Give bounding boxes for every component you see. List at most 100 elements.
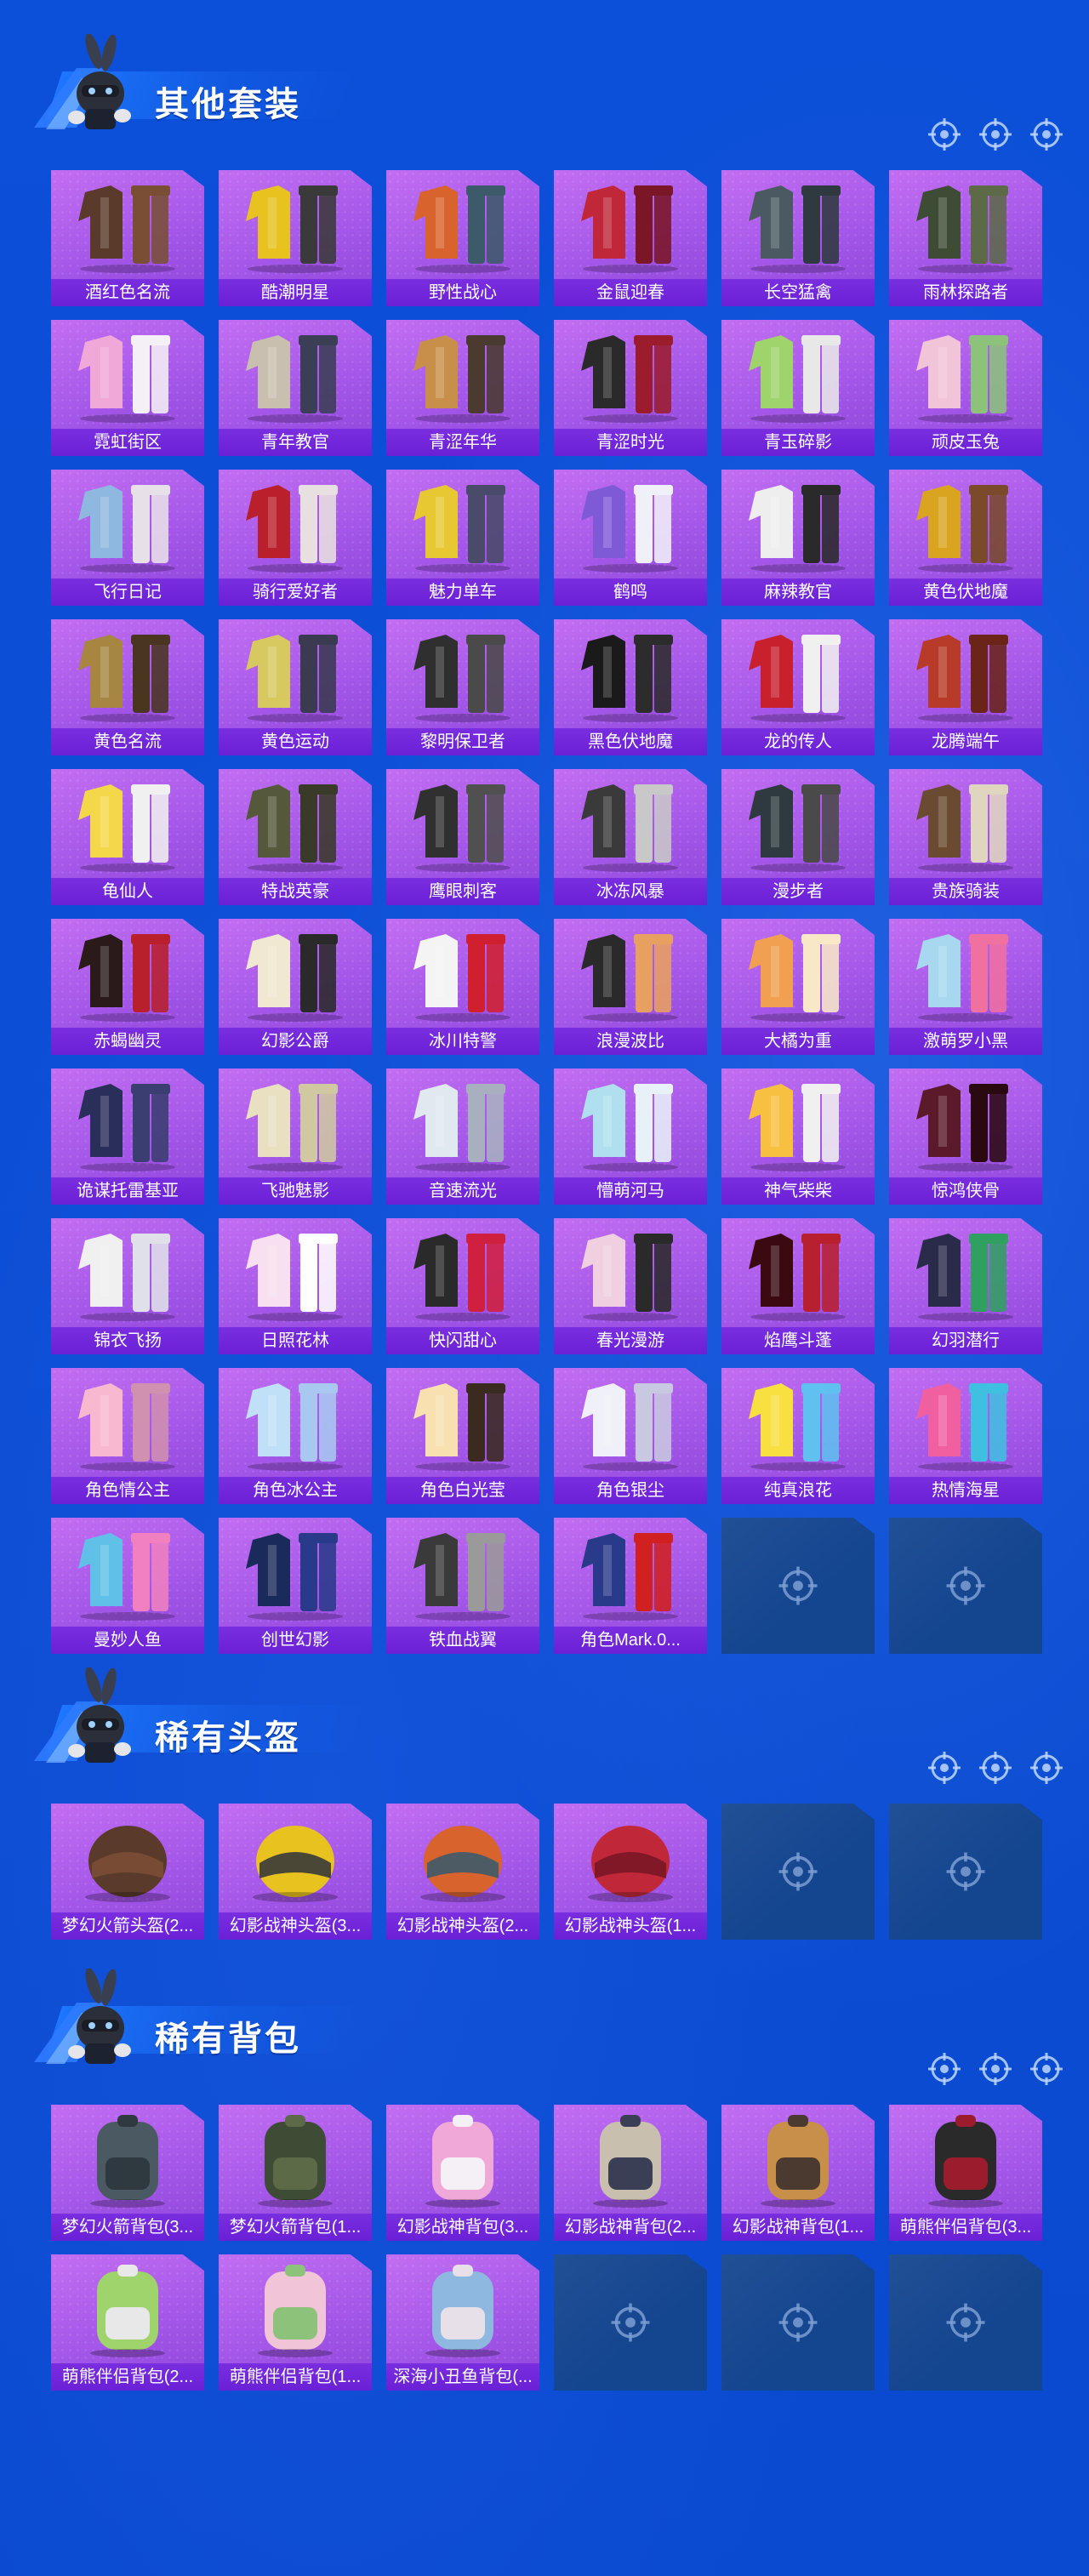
section-title: 其他套装 — [155, 85, 301, 124]
item-card[interactable]: 锦衣飞扬 — [51, 1218, 204, 1354]
outfit-item-icon — [581, 784, 678, 872]
item-card[interactable]: 焰鹰斗蓬 — [721, 1218, 875, 1354]
item-card[interactable]: 梦幻火箭头盔(2... — [51, 1804, 204, 1940]
item-card[interactable]: 幻影战神头盔(3... — [219, 1804, 372, 1940]
item-card[interactable]: 冰川特警 — [386, 919, 539, 1055]
item-card[interactable]: 日照花林 — [219, 1218, 372, 1354]
item-card[interactable]: 酷潮明星 — [219, 170, 372, 306]
item-card[interactable]: 龟仙人 — [51, 769, 204, 905]
item-card[interactable]: 幻影战神头盔(1... — [554, 1804, 707, 1940]
bunny-soldier-mascot-icon — [34, 1969, 131, 2064]
backpack-item-icon — [593, 2115, 668, 2208]
item-card[interactable]: 纯真浪花 — [721, 1368, 875, 1504]
item-card[interactable]: 黑色伏地魔 — [554, 619, 707, 755]
item-card[interactable]: 角色银尘 — [554, 1368, 707, 1504]
item-card[interactable]: 魅力单车 — [386, 470, 539, 606]
item-card[interactable]: 霓虹街区 — [51, 320, 204, 456]
item-card[interactable]: 赤蝎幽灵 — [51, 919, 204, 1055]
outfit-item-icon — [581, 1533, 678, 1621]
item-card[interactable]: 激萌罗小黑 — [889, 919, 1042, 1055]
item-card[interactable]: 青涩年华 — [386, 320, 539, 456]
item-card[interactable]: 诡谋托雷基亚 — [51, 1069, 204, 1205]
outfit-item-icon — [413, 784, 510, 872]
item-card[interactable]: 惊鸿侠骨 — [889, 1069, 1042, 1205]
item-card[interactable]: 黄色伏地魔 — [889, 470, 1042, 606]
outfit-item-icon — [749, 185, 846, 273]
item-card[interactable]: 大橘为重 — [721, 919, 875, 1055]
item-card[interactable]: 鹰眼刺客 — [386, 769, 539, 905]
item-card[interactable]: 梦幻火箭背包(1... — [219, 2105, 372, 2241]
item-card[interactable]: 萌熊伴侣背包(1... — [219, 2254, 372, 2391]
item-card[interactable]: 懵萌河马 — [554, 1069, 707, 1205]
item-card[interactable]: 幻影战神背包(1... — [721, 2105, 875, 2241]
outfit-item-icon — [246, 635, 343, 722]
item-name: 贵族骑装 — [889, 878, 1042, 905]
item-card[interactable]: 幻影公爵 — [219, 919, 372, 1055]
item-card[interactable]: 梦幻火箭背包(3... — [51, 2105, 204, 2241]
helmet-item-icon — [588, 1826, 673, 1902]
item-name: 龟仙人 — [51, 878, 204, 905]
item-card[interactable]: 骑行爱好者 — [219, 470, 372, 606]
outfit-item-icon — [413, 335, 510, 423]
item-card[interactable]: 长空猛禽 — [721, 170, 875, 306]
bunny-soldier-mascot-icon — [34, 34, 131, 129]
item-card[interactable]: 快闪甜心 — [386, 1218, 539, 1354]
item-card[interactable]: 黎明保卫者 — [386, 619, 539, 755]
item-card[interactable]: 神气柴柴 — [721, 1069, 875, 1205]
item-card[interactable]: 萌熊伴侣背包(3... — [889, 2105, 1042, 2241]
item-name: 幻影公爵 — [219, 1028, 372, 1055]
item-card[interactable]: 金鼠迎春 — [554, 170, 707, 306]
item-card[interactable]: 曼妙人鱼 — [51, 1518, 204, 1654]
item-card[interactable]: 野性战心 — [386, 170, 539, 306]
item-card[interactable]: 幻羽潜行 — [889, 1218, 1042, 1354]
outfit-item-icon — [78, 784, 175, 872]
item-card[interactable]: 雨林探路者 — [889, 170, 1042, 306]
item-card[interactable]: 鹤鸣 — [554, 470, 707, 606]
item-card[interactable]: 青涩时光 — [554, 320, 707, 456]
outfit-item-icon — [78, 635, 175, 722]
item-card[interactable]: 幻影战神头盔(2... — [386, 1804, 539, 1940]
item-card[interactable]: 春光漫游 — [554, 1218, 707, 1354]
item-card[interactable]: 飞驰魅影 — [219, 1069, 372, 1205]
item-card[interactable]: 顽皮玉兔 — [889, 320, 1042, 456]
item-card[interactable]: 深海小丑鱼背包(... — [386, 2254, 539, 2391]
item-card[interactable]: 麻辣教官 — [721, 470, 875, 606]
item-card[interactable]: 音速流光 — [386, 1069, 539, 1205]
item-card[interactable]: 角色情公主 — [51, 1368, 204, 1504]
item-grid: 梦幻火箭头盔(2... 幻影战神头盔(3... 幻影战神头盔(2... 幻影战神… — [51, 1804, 1042, 1940]
item-card[interactable]: 萌熊伴侣背包(2... — [51, 2254, 204, 2391]
section-header: 稀有背包 — [0, 1969, 1089, 2085]
item-name: 惊鸿侠骨 — [889, 1177, 1042, 1205]
outfit-item-icon — [246, 1234, 343, 1321]
item-card[interactable]: 飞行日记 — [51, 470, 204, 606]
item-name: 快闪甜心 — [386, 1327, 539, 1354]
item-card[interactable]: 特战英豪 — [219, 769, 372, 905]
item-card[interactable]: 黄色名流 — [51, 619, 204, 755]
item-card[interactable]: 铁血战翼 — [386, 1518, 539, 1654]
item-card[interactable]: 冰冻风暴 — [554, 769, 707, 905]
item-card[interactable]: 龙的传人 — [721, 619, 875, 755]
item-card[interactable]: 贵族骑装 — [889, 769, 1042, 905]
item-name: 角色冰公主 — [219, 1477, 372, 1504]
item-name: 冰冻风暴 — [554, 878, 707, 905]
item-name: 幻影战神头盔(2... — [386, 1912, 539, 1940]
item-card[interactable]: 角色白光莹 — [386, 1368, 539, 1504]
item-card[interactable]: 黄色运动 — [219, 619, 372, 755]
item-name: 龙腾端午 — [889, 728, 1042, 755]
item-name: 龙的传人 — [721, 728, 875, 755]
item-card[interactable]: 青玉碎影 — [721, 320, 875, 456]
item-card[interactable]: 漫步者 — [721, 769, 875, 905]
item-card[interactable]: 角色冰公主 — [219, 1368, 372, 1504]
item-card[interactable]: 龙腾端午 — [889, 619, 1042, 755]
empty-slot — [889, 1518, 1042, 1654]
item-name: 长空猛禽 — [721, 279, 875, 306]
item-card[interactable]: 青年教官 — [219, 320, 372, 456]
item-card[interactable]: 角色Mark.0... — [554, 1518, 707, 1654]
item-card[interactable]: 幻影战神背包(3... — [386, 2105, 539, 2241]
item-card[interactable]: 幻影战神背包(2... — [554, 2105, 707, 2241]
item-card[interactable]: 酒红色名流 — [51, 170, 204, 306]
item-card[interactable]: 热情海星 — [889, 1368, 1042, 1504]
item-card[interactable]: 浪漫波比 — [554, 919, 707, 1055]
outfit-item-icon — [78, 1533, 175, 1621]
item-card[interactable]: 创世幻影 — [219, 1518, 372, 1654]
